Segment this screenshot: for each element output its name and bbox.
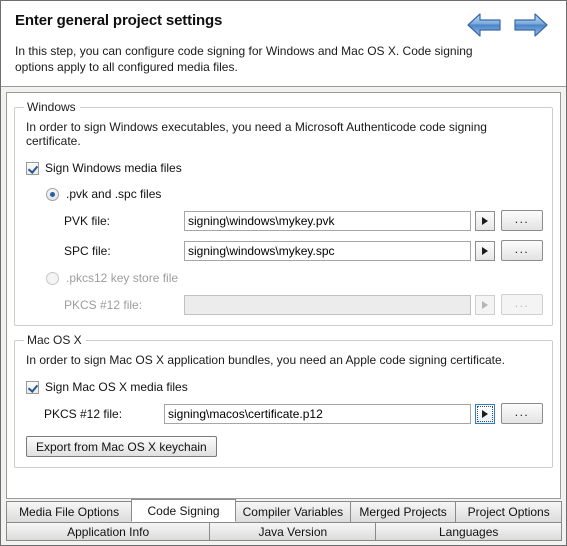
macos-group: Mac OS X In order to sign Mac OS X appli… <box>14 334 553 468</box>
tab-java-version[interactable]: Java Version <box>209 522 377 541</box>
tab-bar: Media File Options Code Signing Compiler… <box>1 499 566 545</box>
macos-group-description: In order to sign Mac OS X application bu… <box>26 353 505 367</box>
radio-pkcs12-label: .pkcs12 key store file <box>66 271 179 285</box>
spc-file-row: SPC file: ... <box>24 240 543 261</box>
checkbox-indicator[interactable] <box>26 161 39 175</box>
dropdown-triangle-icon <box>482 300 488 309</box>
tab-row-secondary: Application Info Java Version Languages <box>6 521 563 541</box>
windows-pkcs12-file-input[interactable] <box>184 294 471 315</box>
tab-row-primary: Media File Options Code Signing Compiler… <box>6 499 562 522</box>
settings-panel: Windows In order to sign Windows executa… <box>6 92 561 499</box>
tab-merged-projects[interactable]: Merged Projects <box>349 501 457 522</box>
windows-group-description: In order to sign Windows executables, yo… <box>26 120 487 148</box>
macos-group-title: Mac OS X <box>24 334 86 346</box>
sign-macos-checkbox[interactable]: Sign Mac OS X media files <box>26 380 543 394</box>
page-description: In this step, you can configure code sig… <box>15 44 473 74</box>
checkbox-indicator[interactable] <box>26 380 39 394</box>
spc-browse-button[interactable]: ... <box>501 240 543 261</box>
radio-indicator[interactable] <box>46 271 59 285</box>
pvk-file-row: PVK file: ... <box>24 210 543 231</box>
dropdown-triangle-icon <box>482 216 488 225</box>
tab-project-options[interactable]: Project Options <box>455 501 562 522</box>
macos-pkcs12-file-input[interactable] <box>164 403 471 424</box>
windows-group: Windows In order to sign Windows executa… <box>14 101 553 326</box>
radio-pkcs12-keystore[interactable]: .pkcs12 key store file <box>46 271 543 285</box>
radio-indicator[interactable] <box>46 187 59 201</box>
windows-pkcs12-dropdown-button[interactable] <box>475 294 495 315</box>
wizard-header: Enter general project settings In this s… <box>1 1 566 87</box>
tab-application-info[interactable]: Application Info <box>6 522 211 541</box>
pvk-file-input[interactable] <box>184 210 471 231</box>
pvk-dropdown-button[interactable] <box>475 210 495 231</box>
windows-pkcs12-browse-button[interactable]: ... <box>501 294 543 315</box>
tab-code-signing[interactable]: Code Signing <box>131 499 236 522</box>
macos-pkcs12-browse-button[interactable]: ... <box>501 403 543 424</box>
sign-windows-checkbox-label: Sign Windows media files <box>45 161 182 175</box>
sign-macos-checkbox-label: Sign Mac OS X media files <box>45 380 188 394</box>
navigation-arrows <box>465 11 550 39</box>
spc-file-label: SPC file: <box>64 243 111 258</box>
radio-pvk-spc-label: .pvk and .spc files <box>66 187 162 201</box>
dropdown-triangle-icon <box>482 246 488 255</box>
macos-pkcs12-file-label: PKCS #12 file: <box>44 406 123 421</box>
pvk-browse-button[interactable]: ... <box>501 210 543 231</box>
wizard-window: Enter general project settings In this s… <box>0 0 567 546</box>
export-keychain-row: Export from Mac OS X keychain <box>26 436 543 457</box>
windows-pkcs12-file-row: PKCS #12 file: ... <box>24 294 543 315</box>
tab-compiler-variables[interactable]: Compiler Variables <box>234 501 351 522</box>
windows-group-title: Windows <box>24 101 80 113</box>
tab-languages[interactable]: Languages <box>375 522 563 541</box>
macos-pkcs12-file-row: PKCS #12 file: ... <box>24 403 543 424</box>
sign-windows-checkbox[interactable]: Sign Windows media files <box>26 161 543 175</box>
back-arrow-icon[interactable] <box>465 11 503 39</box>
forward-arrow-icon[interactable] <box>512 11 550 39</box>
export-from-keychain-button[interactable]: Export from Mac OS X keychain <box>26 436 217 457</box>
macos-pkcs12-dropdown-button[interactable] <box>475 403 495 424</box>
spc-dropdown-button[interactable] <box>475 240 495 261</box>
dropdown-triangle-icon <box>482 409 488 418</box>
tab-media-file-options[interactable]: Media File Options <box>6 501 133 522</box>
pvk-file-label: PVK file: <box>64 213 111 228</box>
spc-file-input[interactable] <box>184 240 471 261</box>
radio-pvk-spc[interactable]: .pvk and .spc files <box>46 187 543 201</box>
windows-pkcs12-file-label: PKCS #12 file: <box>64 297 143 312</box>
content-area: Windows In order to sign Windows executa… <box>1 87 566 499</box>
